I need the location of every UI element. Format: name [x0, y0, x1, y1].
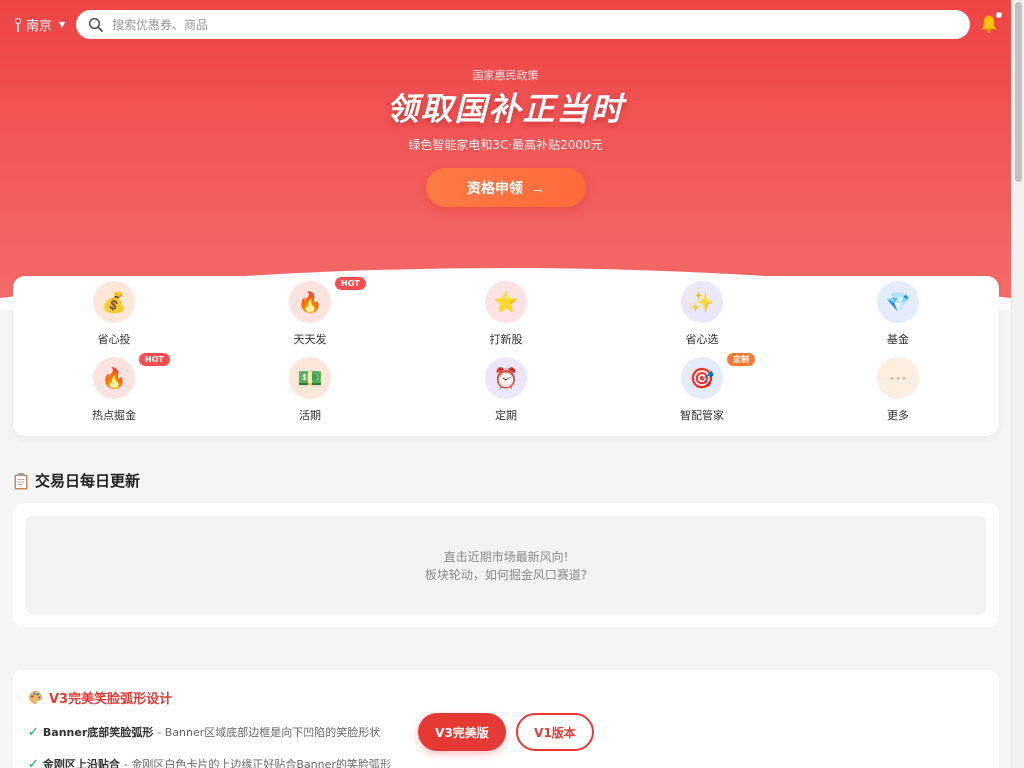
grid-item-10[interactable]: ⋯ 更多: [838, 357, 958, 429]
location-pin-icon: [14, 17, 22, 32]
daily-update-placeholder: 直击近期市场最新风向! 板块轮动，如何掘金风口赛道?: [26, 516, 986, 614]
more-icon: ⋯: [877, 357, 919, 399]
grid-item-8[interactable]: ⏰ 定期: [446, 357, 566, 429]
grid-item-1[interactable]: 💰 省心投: [54, 281, 174, 353]
clipboard-icon: [14, 472, 28, 489]
alarm-clock-icon: ⏰: [485, 357, 527, 399]
star-icon: ⭐: [485, 281, 527, 323]
design-notes-card: V3完美笑脸弧形设计 ✓ Banner底部笑脸弧形 - Banner区域底部边框…: [13, 670, 999, 768]
daily-title-text: 交易日每日更新: [35, 472, 141, 490]
grid-item-9[interactable]: 🎯 智配管家 定制: [642, 353, 762, 429]
grid-item-4[interactable]: ✨ 省心选: [642, 281, 762, 353]
grid-item-label: 天天发: [293, 333, 327, 346]
hero-title: 领取国补正当时: [386, 90, 625, 128]
daily-line-1: 直击近期市场最新风向!: [443, 550, 569, 564]
quick-entry-grid: 💰 省心投 🔥 天天发 HOT ⭐ 打新股 ✨ 省心选 💎 基金 🔥 热点掘金 HOT 💵 活期 ⏰ 定期 🎯 智配管…: [13, 276, 999, 436]
check-icon: ✓: [28, 724, 39, 740]
gem-icon: 💎: [877, 281, 919, 323]
grid-item-5[interactable]: 💎 基金: [838, 281, 958, 353]
note-row: ✓ Banner底部笑脸弧形 - Banner区域底部边框是向下凹陷的笑脸形状: [28, 724, 380, 740]
custom-badge: 定制: [727, 353, 755, 366]
qualification-apply-button[interactable]: 资格申领 →: [426, 168, 586, 207]
daily-line-2: 板块轮动，如何掘金风口赛道?: [424, 568, 588, 582]
hero-kicker: 国家惠民政策: [472, 69, 539, 82]
vertical-scrollbar[interactable]: [1011, 0, 1024, 768]
hero-banner: 南京 ▼ 国家惠民政策 领取国补正当时 绿色智能家电和3C·最高补贴2000元 …: [0, 0, 1011, 310]
notes-title: V3完美笑脸弧形设计: [28, 688, 172, 707]
app-page: 南京 ▼ 国家惠民政策 领取国补正当时 绿色智能家电和3C·最高补贴2000元 …: [0, 0, 1011, 768]
note-row: ✓ 金刚区上沿贴合 - 金刚区白色卡片的上边缘正好贴合Banner的笑脸弧形: [28, 756, 391, 768]
hot-badge: HOT: [139, 353, 170, 366]
check-icon: ✓: [28, 756, 39, 768]
note-text: - Banner区域底部边框是向下凹陷的笑脸形状: [157, 726, 381, 739]
grid-item-6[interactable]: 🔥 热点掘金 HOT: [54, 353, 174, 429]
search-bar[interactable]: [76, 10, 970, 39]
daily-section-title: 交易日每日更新: [13, 470, 140, 491]
scrollbar-thumb[interactable]: [1015, 2, 1022, 182]
daily-update-card[interactable]: 直击近期市场最新风向! 板块轮动，如何掘金风口赛道?: [13, 503, 999, 627]
v3-version-button[interactable]: V3完美版: [418, 713, 506, 751]
cta-label: 资格申领: [467, 179, 523, 196]
grid-item-label: 更多: [887, 409, 909, 422]
grid-item-7[interactable]: 💵 活期: [250, 357, 370, 429]
grid-item-label: 打新股: [489, 333, 523, 346]
grid-item-label: 定期: [495, 409, 517, 422]
search-input[interactable]: [112, 17, 712, 32]
hero-description: 绿色智能家电和3C·最高补贴2000元: [408, 138, 603, 152]
chevron-down-icon: ▼: [59, 20, 66, 29]
arrow-right-icon: →: [531, 179, 545, 196]
palette-icon: [28, 690, 43, 705]
note-text: - 金刚区白色卡片的上边缘正好贴合Banner的笑脸弧形: [123, 758, 391, 768]
grid-item-label: 活期: [299, 409, 321, 422]
grid-item-label: 省心选: [685, 333, 719, 346]
hot-badge: HOT: [335, 277, 366, 290]
city-name: 南京: [26, 19, 53, 34]
fire-icon: 🔥: [289, 281, 331, 323]
note-heading: Banner底部笑脸弧形: [42, 726, 154, 739]
sparkles-icon: ✨: [681, 281, 723, 323]
target-icon: 🎯: [681, 357, 723, 399]
grid-item-2[interactable]: 🔥 天天发 HOT: [250, 277, 370, 353]
grid-item-label: 省心投: [97, 333, 131, 346]
grid-item-label: 智配管家: [680, 409, 724, 422]
note-heading: 金刚区上沿贴合: [42, 758, 120, 768]
cash-icon: 💵: [289, 357, 331, 399]
search-icon: [88, 17, 103, 32]
grid-item-label: 基金: [887, 333, 909, 346]
grid-item-label: 热点掘金: [92, 409, 136, 422]
city-selector[interactable]: 南京 ▼: [14, 15, 65, 34]
fire-icon: 🔥: [93, 357, 135, 399]
money-bag-icon: 💰: [93, 281, 135, 323]
notes-title-text: V3完美笑脸弧形设计: [49, 692, 173, 707]
grid-item-3[interactable]: ⭐ 打新股: [446, 281, 566, 353]
notification-dot: [996, 12, 1002, 18]
v1-version-button[interactable]: V1版本: [516, 713, 594, 751]
